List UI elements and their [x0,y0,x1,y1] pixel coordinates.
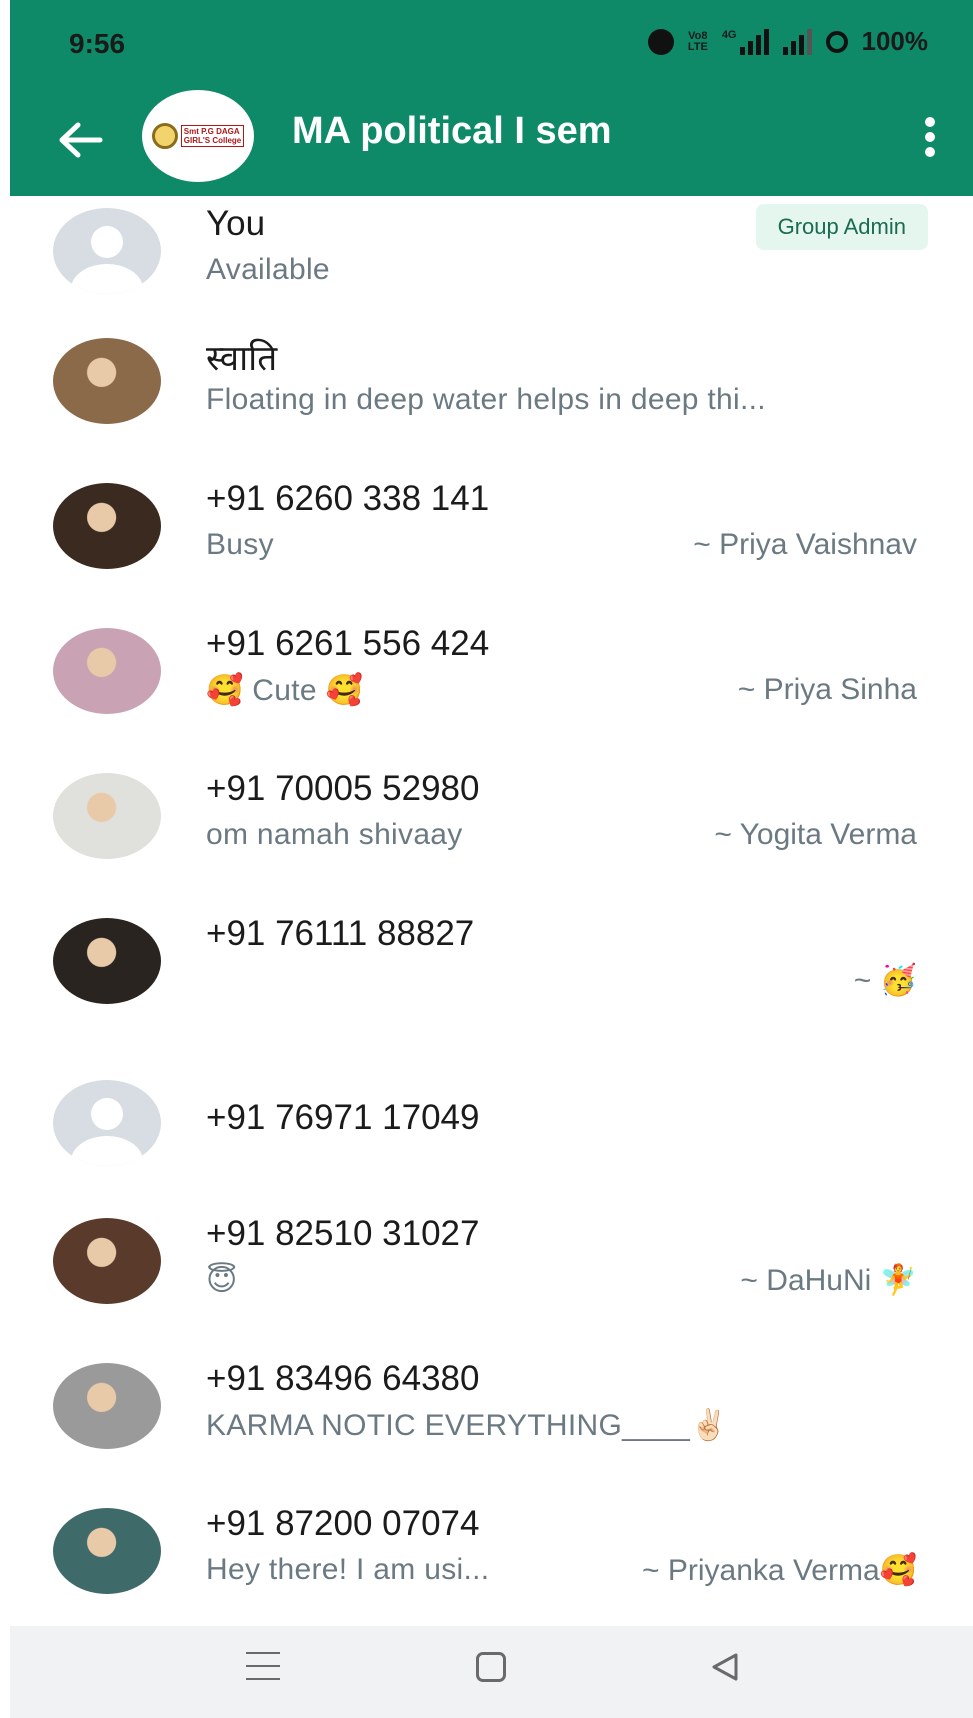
participant-row[interactable]: +91 6261 556 424 🥰 Cute 🥰 ~ Priya Sinha [10,616,973,761]
participant-row[interactable]: स्वाति Floating in deep water helps in de… [10,326,973,471]
college-seal-icon [151,123,178,149]
volte-label-bottom: LTE [687,40,708,53]
participant-row[interactable]: +91 70005 52980 om namah shivaay ~ Yogita … [10,761,973,906]
participant-about: Hey there! I am usi... [206,1553,490,1586]
default-avatar-icon[interactable] [53,208,161,294]
participant-row[interactable]: +91 82510 31027 😇 ~ DaHuNi 🧚 [10,1206,973,1351]
participant-about: 😇 [206,1264,238,1297]
participant-name: +91 6260 338 141 [206,479,490,518]
participant-name: +91 87200 07074 [206,1504,480,1543]
avatar[interactable] [53,1508,161,1594]
participant-name: +91 6261 556 424 [206,624,490,663]
avatar[interactable] [53,1218,161,1304]
volte-icon: Vo8 LTE [687,29,708,53]
app-bar: Smt P.G DAGA GIRL'S College MA political… [10,90,973,196]
participant-push-name: ~ Priyanka Verma🥰 [642,1554,917,1587]
battery-level: 100% [861,26,929,56]
participant-about: Busy [206,528,274,561]
participant-name: +91 83496 64380 [206,1359,480,1398]
default-avatar-icon[interactable] [53,1080,161,1166]
participant-push-name: ~ 🥳 [853,964,917,997]
participant-push-name: ~ Priya Vaishnav [693,528,917,561]
participant-push-name: ~ DaHuNi 🧚 [740,1264,917,1297]
avatar[interactable] [53,773,161,859]
avatar[interactable] [53,628,161,714]
home-icon[interactable] [476,1652,506,1682]
group-admin-badge: Group Admin [755,204,928,250]
participant-name: स्वाति [206,339,278,378]
participant-about: Available [206,253,330,286]
group-avatar[interactable]: Smt P.G DAGA GIRL'S College [142,90,254,182]
participant-push-name: ~ Priya Sinha [737,673,917,706]
group-title[interactable]: MA political I sem [292,110,612,153]
participant-row[interactable]: +91 76111 88827 ~ 🥳 [10,906,973,1051]
college-logo-text: Smt P.G DAGA GIRL'S College [180,125,245,147]
system-nav-bar [10,1626,973,1718]
participant-row[interactable]: You Available Group Admin [10,196,973,341]
avatar[interactable] [53,338,161,424]
avatar[interactable] [53,918,161,1004]
participant-about: Floating in deep water helps in deep thi… [206,383,766,416]
participant-name: +91 70005 52980 [206,769,480,808]
volte-label-top: Vo8 [688,29,708,42]
avatar[interactable] [53,1363,161,1449]
participant-about: om namah shivaay [206,818,463,851]
recents-icon[interactable] [246,1652,280,1680]
avatar[interactable] [53,483,161,569]
participant-name: You [206,204,266,243]
participant-row[interactable]: +91 87200 07074 Hey there! I am usi... ~ P… [10,1496,973,1641]
app-frame: 9:56 Vo8 LTE 4G 100% Smt P.G DAGA GIRL'S… [10,0,973,1718]
status-icons: Vo8 LTE 4G 100% [647,26,929,57]
network-label: 4G [721,28,737,41]
participant-name: +91 82510 31027 [206,1214,480,1253]
back-arrow-icon[interactable] [56,120,104,160]
participant-about: 🥰 Cute 🥰 [206,674,364,707]
signal-4g-icon: 4G [721,28,769,55]
participant-about: KARMA NOTIC EVERYTHING____✌🏻 [206,1409,728,1442]
participant-row[interactable]: +91 76971 17049 [10,1068,973,1213]
alarm-icon [647,28,674,55]
signal-icon [782,28,812,55]
nav-back-icon[interactable] [708,1650,742,1684]
participant-name: +91 76971 17049 [206,1098,480,1137]
status-time: 9:56 [69,28,126,59]
top-bar: 9:56 Vo8 LTE 4G 100% Smt P.G DAGA GIRL'S… [10,0,973,196]
participant-row[interactable]: +91 83496 64380 KARMA NOTIC EVERYTHING___… [10,1351,973,1496]
battery-icon [825,30,848,53]
participant-push-name: ~ Yogita Verma [714,818,917,851]
participant-row[interactable]: +91 6260 338 141 Busy ~ Priya Vaishnav [10,471,973,616]
participant-name: +91 76111 88827 [206,914,475,953]
more-options-icon[interactable] [925,117,935,157]
status-bar: 9:56 Vo8 LTE 4G 100% [10,0,973,90]
